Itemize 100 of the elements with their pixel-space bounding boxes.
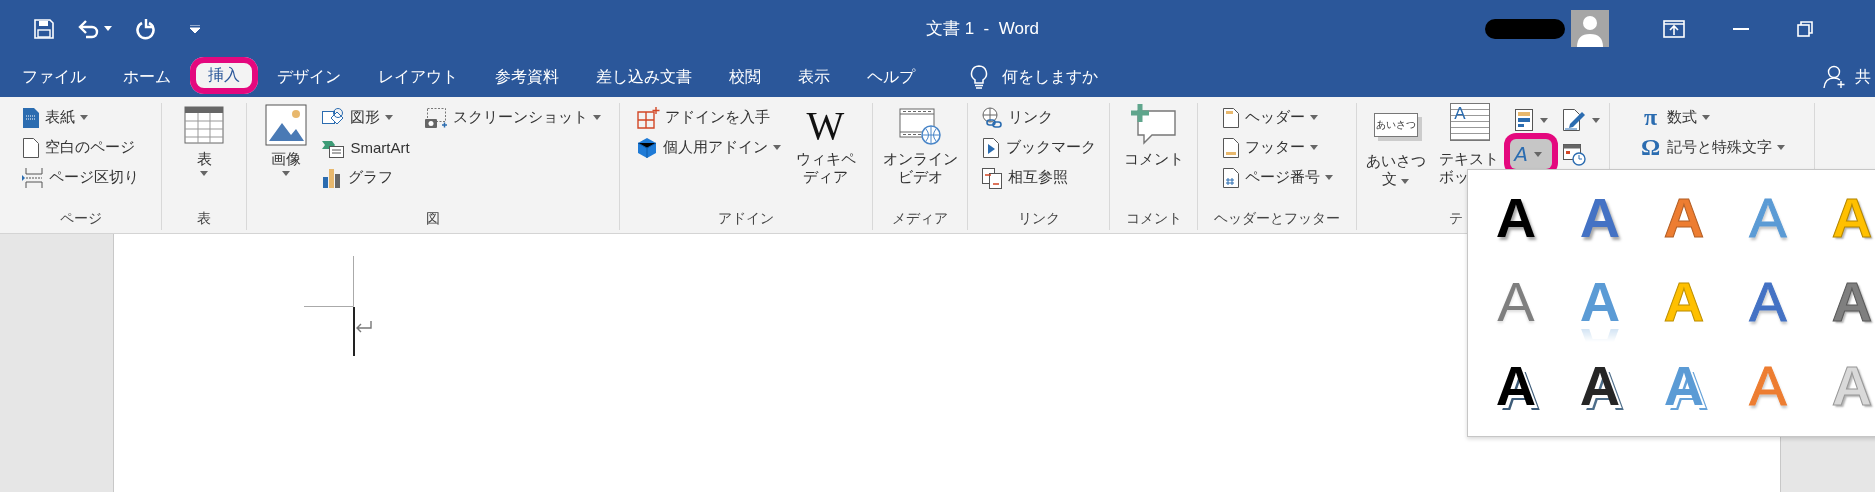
wordart-sample: A	[1495, 356, 1537, 416]
ribbon-tab[interactable]: 校閲	[711, 57, 779, 97]
ribbon-button[interactable]: 個人用アドイン	[632, 133, 786, 162]
caret-icon	[773, 145, 782, 150]
group-label: ページ	[59, 210, 102, 228]
text-cursor	[353, 307, 355, 356]
wordart-sample: A	[1831, 272, 1873, 332]
wordart-sample: A	[1579, 272, 1621, 332]
caret-icon	[200, 171, 208, 176]
ribbon-button[interactable]: コメント	[1120, 103, 1187, 168]
wordart-icon: A	[1514, 142, 1528, 166]
share-button[interactable]: 共	[1817, 57, 1875, 97]
group-label: ヘッダーとフッター	[1214, 210, 1340, 228]
ribbon-button[interactable]: 空白のページ	[18, 133, 143, 162]
picture-icon	[264, 103, 309, 147]
ribbon-button[interactable]: W ウィキペディア	[791, 103, 860, 186]
wordart-style[interactable]: A	[1474, 260, 1558, 344]
wikipedia-icon: W	[802, 103, 849, 147]
signature-icon	[1562, 108, 1587, 132]
caret-icon	[1324, 175, 1333, 180]
wordart-sample: A	[1497, 272, 1535, 332]
cube-icon	[636, 136, 659, 159]
wordart-sample: A	[1749, 272, 1787, 332]
ribbon-tab[interactable]: 表示	[780, 57, 848, 97]
caret-icon	[1540, 117, 1549, 123]
add-person-icon	[1823, 65, 1847, 89]
ribbon-button[interactable]: オンラインビデオ	[878, 103, 962, 186]
ribbon-tab[interactable]: ホーム	[105, 57, 189, 97]
ribbon-tab[interactable]: 参考資料	[477, 57, 577, 97]
ribbon-button[interactable]: 画像	[261, 103, 312, 176]
omega-icon: Ω	[1639, 134, 1662, 161]
lightbulb-icon	[970, 65, 988, 89]
ribbon-button[interactable]: SmartArt	[317, 133, 414, 162]
ribbon-button[interactable]: フッター	[1217, 133, 1337, 162]
ribbon-tab[interactable]: 差し込み文書	[578, 57, 710, 97]
wordart-sample: A	[1663, 188, 1705, 248]
ribbon-tab[interactable]: ヘルプ	[849, 57, 933, 97]
wordart-sample: A	[1663, 356, 1705, 416]
wordart-sample: A	[1831, 356, 1873, 416]
caret-icon	[1592, 117, 1601, 123]
caret-icon	[385, 115, 394, 120]
minimize-icon	[1733, 27, 1749, 30]
bookmark-icon	[981, 136, 1001, 159]
ribbon-tab[interactable]: ファイル	[4, 57, 104, 97]
wordart-sample: A	[1749, 356, 1787, 416]
ribbon-tab[interactable]: 挿入	[190, 57, 258, 94]
group-label: 表	[197, 210, 211, 228]
ribbon-button[interactable]: ページ番号	[1217, 163, 1337, 192]
ribbon-button[interactable]: リンク	[977, 103, 1100, 132]
wordart-sample: A	[1749, 188, 1787, 248]
undo-icon	[78, 18, 100, 39]
ribbon-button[interactable]: 表紙	[18, 103, 143, 132]
ribbon-button[interactable]: Ω 記号と特殊文字	[1635, 133, 1789, 162]
wordart-style[interactable]: A	[1726, 260, 1810, 344]
ribbon-button[interactable]: 表	[180, 103, 228, 176]
wordart-style[interactable]: A	[1558, 344, 1642, 428]
wordart-style[interactable]: A	[1558, 176, 1642, 260]
page-number-icon	[1221, 166, 1240, 189]
tell-me-box[interactable]: 何をしますか	[964, 57, 1104, 97]
ribbon-button[interactable]: ブックマーク	[977, 133, 1100, 162]
caret-icon	[1309, 145, 1318, 150]
ribbon-button[interactable]: あいさつ あいさつ文	[1361, 103, 1430, 188]
ribbon-tab[interactable]: レイアウト	[360, 57, 476, 97]
ribbon-button[interactable]: グラフ	[317, 163, 414, 192]
group-label: テ	[1449, 210, 1463, 228]
group-label: 図	[426, 210, 440, 228]
ribbon-button[interactable]: スクリーンショット	[419, 103, 605, 132]
wordart-sample: A	[1663, 272, 1705, 332]
screenshot-icon	[423, 106, 448, 129]
wordart-style[interactable]: A	[1474, 344, 1558, 428]
group-label: リンク	[1017, 210, 1060, 228]
caret-icon	[80, 115, 88, 120]
caret-icon	[104, 26, 112, 31]
paragraph-mark-icon	[355, 320, 373, 334]
group-label: メディア	[892, 210, 948, 228]
cover-page-icon	[22, 106, 40, 129]
cross-reference-icon	[981, 166, 1003, 189]
link-icon	[981, 106, 1003, 129]
page-break-icon	[22, 166, 44, 189]
caret-icon	[282, 171, 291, 176]
ribbon-button[interactable]: 図形	[317, 103, 414, 132]
text-box-icon: A	[1450, 103, 1491, 141]
header-icon	[1221, 106, 1240, 129]
wordart-sample: A	[1495, 188, 1537, 248]
pi-icon: π	[1639, 104, 1662, 131]
wordart-style[interactable]: A	[1810, 260, 1875, 344]
store-icon	[636, 105, 661, 130]
window-title: 文書 1 - Word	[926, 18, 1040, 40]
quick-parts-icon	[1514, 108, 1535, 132]
group-label: アドイン	[718, 210, 774, 228]
ribbon-button[interactable]: アドインを入手	[632, 103, 786, 132]
caret-icon	[1533, 151, 1542, 157]
table-icon	[183, 103, 225, 147]
save-icon	[34, 18, 54, 39]
ribbon-button[interactable]: π 数式	[1635, 103, 1789, 132]
ribbon-tab[interactable]: デザイン	[259, 57, 359, 97]
ribbon-button[interactable]: 相互参照	[977, 163, 1100, 192]
wordart-sample: A	[1579, 188, 1621, 248]
ribbon-button[interactable]: ヘッダー	[1217, 103, 1337, 132]
ribbon-button[interactable]: ページ区切り	[18, 163, 143, 192]
